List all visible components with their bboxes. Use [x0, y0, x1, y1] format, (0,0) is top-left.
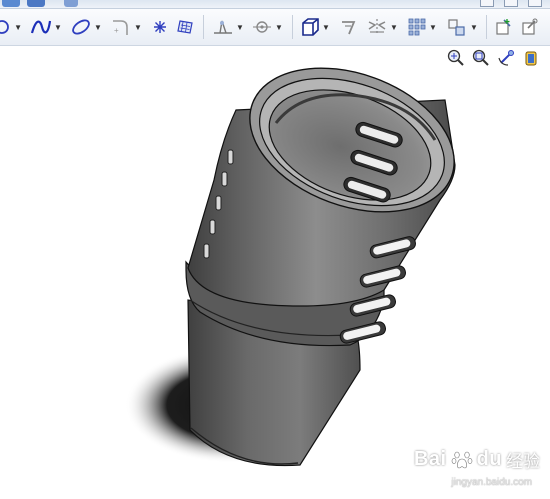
circle-tool-button[interactable]: ▼ — [0, 16, 22, 38]
svg-text:+: + — [114, 26, 119, 35]
repair-sketch-icon — [522, 18, 538, 35]
rotate-view-icon — [498, 50, 514, 66]
pattern-tool-button[interactable]: ▼ — [405, 16, 439, 38]
convert-entities-icon — [342, 21, 356, 35]
mirror-tool-button[interactable]: ▼ — [364, 16, 400, 38]
mirror-icon — [368, 19, 386, 35]
watermark-url: jingyan.baidu.com — [451, 477, 532, 488]
spline-tool-button[interactable]: ▼ — [28, 16, 64, 38]
offset-icon — [253, 21, 272, 33]
point-tool-button[interactable] — [150, 16, 170, 38]
toolbar-separator — [203, 15, 204, 39]
section-view-icon — [525, 51, 537, 66]
section-view-button[interactable] — [521, 48, 541, 68]
toolbar-separator — [292, 15, 293, 39]
watermark-brand: Bai — [413, 448, 447, 470]
zoom-to-fit-icon — [447, 49, 464, 66]
window-minimize-icon[interactable] — [480, 0, 494, 7]
add-relation-button[interactable] — [492, 16, 514, 38]
top-strip — [0, 0, 550, 9]
chevron-down-icon[interactable]: ▼ — [275, 23, 283, 32]
rotate-view-button[interactable] — [496, 48, 516, 68]
plane-icon — [177, 20, 193, 34]
linear-pattern-icon — [408, 18, 426, 36]
watermark: Bai du 经验 — [414, 447, 540, 472]
document-tab-icon[interactable] — [64, 0, 78, 7]
zoom-to-fit-button[interactable] — [446, 48, 466, 68]
point-icon — [154, 21, 166, 33]
toolbar-separator — [486, 15, 487, 39]
chevron-down-icon[interactable]: ▼ — [94, 23, 102, 32]
offset-tool-button[interactable]: ▼ — [249, 16, 285, 38]
chevron-down-icon[interactable]: ▼ — [134, 23, 142, 32]
sketch-fillet-icon: + — [113, 20, 128, 35]
watermark-brand-suffix: du — [476, 448, 502, 470]
chevron-down-icon[interactable]: ▼ — [470, 23, 478, 32]
convert-entities-button[interactable] — [338, 16, 360, 38]
repair-sketch-button[interactable] — [518, 16, 540, 38]
ellipse-icon — [72, 19, 90, 35]
chevron-down-icon[interactable]: ▼ — [236, 23, 244, 32]
document-tab-icon[interactable] — [27, 0, 45, 7]
chevron-down-icon[interactable]: ▼ — [322, 23, 330, 32]
document-tab-icon[interactable] — [2, 0, 20, 7]
3d-model-view[interactable] — [0, 46, 550, 494]
cube-icon — [302, 18, 319, 36]
trim-icon — [214, 20, 233, 34]
window-close-icon[interactable] — [528, 0, 542, 7]
chevron-down-icon[interactable]: ▼ — [429, 23, 437, 32]
add-relation-icon — [496, 19, 511, 35]
sketch-fillet-button[interactable]: + ▼ — [108, 16, 144, 38]
chevron-down-icon[interactable]: ▼ — [54, 23, 62, 32]
zoom-to-area-button[interactable] — [471, 48, 491, 68]
sketch-plane-button[interactable] — [174, 16, 196, 38]
graphics-area[interactable] — [0, 46, 550, 494]
sketch-toolbar: ▼ ▼ ▼ + ▼ ▼ ▼ ▼ ▼ ▼ ▼ — [0, 9, 550, 46]
display-style-button[interactable]: ▼ — [298, 16, 332, 38]
paw-icon — [451, 451, 472, 468]
zoom-to-area-icon — [472, 49, 489, 66]
chevron-down-icon[interactable]: ▼ — [390, 23, 398, 32]
spline-icon — [30, 20, 52, 34]
move-entities-button[interactable]: ▼ — [444, 16, 480, 38]
move-entities-icon — [448, 19, 465, 36]
view-toolbar — [446, 48, 541, 72]
trim-tool-button[interactable]: ▼ — [210, 16, 246, 38]
watermark-jingyan: 经验 — [506, 452, 540, 471]
circle-icon — [0, 20, 9, 34]
chevron-down-icon[interactable]: ▼ — [14, 23, 22, 32]
ellipse-tool-button[interactable]: ▼ — [68, 16, 104, 38]
window-restore-icon[interactable] — [504, 0, 518, 7]
